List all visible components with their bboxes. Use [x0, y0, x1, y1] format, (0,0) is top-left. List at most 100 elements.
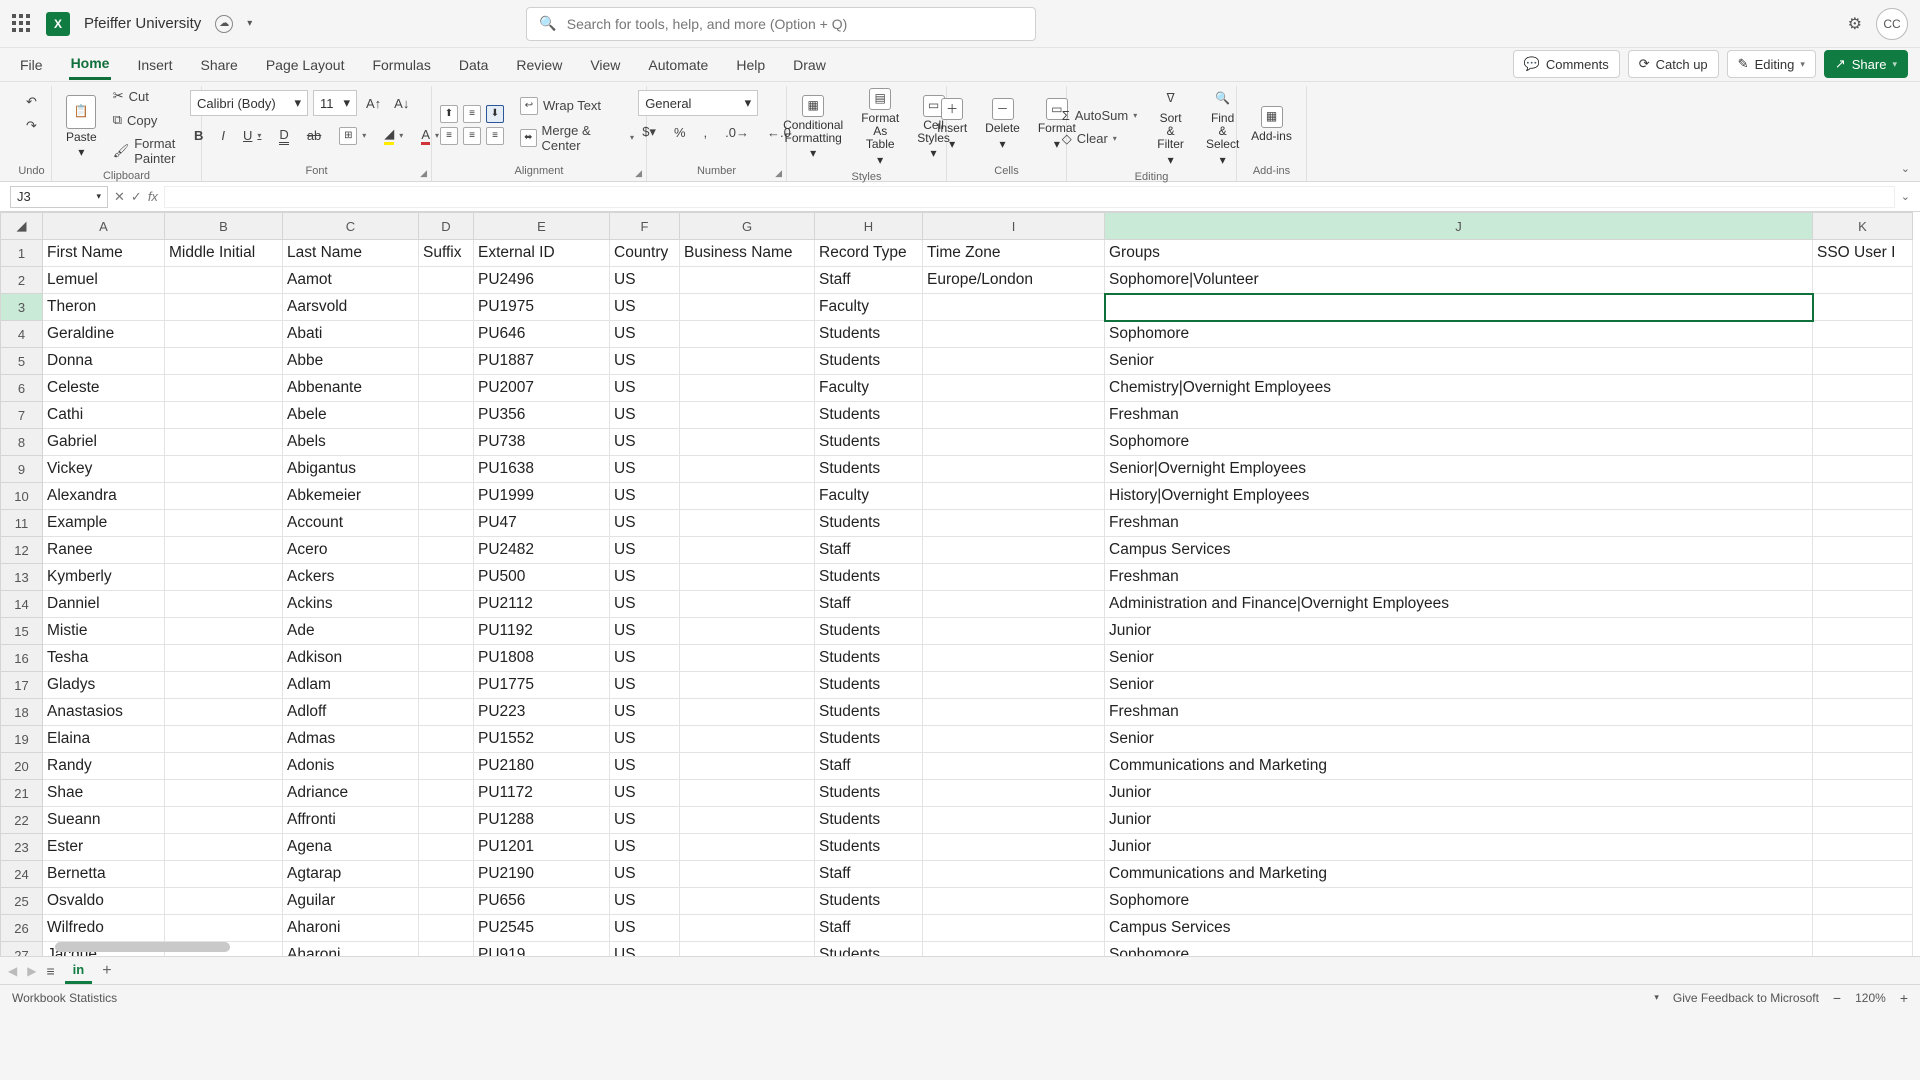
cell[interactable] — [165, 564, 283, 591]
cell[interactable]: Ackins — [283, 591, 419, 618]
cell[interactable]: PU356 — [474, 402, 610, 429]
cell[interactable]: Students — [815, 618, 923, 645]
cell[interactable]: PU1887 — [474, 348, 610, 375]
expand-formula-bar-button[interactable]: ⌄ — [1901, 190, 1910, 203]
row-header[interactable]: 20 — [1, 753, 43, 780]
cell[interactable]: PU1775 — [474, 672, 610, 699]
cell[interactable] — [1813, 942, 1913, 957]
cell[interactable]: US — [610, 483, 680, 510]
cell[interactable] — [165, 645, 283, 672]
zoom-in-button[interactable]: + — [1900, 990, 1908, 1006]
cell[interactable] — [165, 753, 283, 780]
cell[interactable]: History|Overnight Employees — [1105, 483, 1813, 510]
cell[interactable] — [923, 348, 1105, 375]
number-format-select[interactable]: General▾ — [638, 90, 758, 116]
cell[interactable] — [923, 321, 1105, 348]
autosum-button[interactable]: ΣAutoSum▾ — [1058, 106, 1142, 125]
collapse-ribbon-button[interactable]: ⌄ — [1901, 162, 1910, 175]
cell[interactable] — [1813, 402, 1913, 429]
cell[interactable]: Suffix — [419, 240, 474, 267]
row-header[interactable]: 8 — [1, 429, 43, 456]
cell[interactable] — [419, 618, 474, 645]
cell[interactable] — [923, 537, 1105, 564]
editing-mode-button[interactable]: ✎Editing▾ — [1727, 50, 1816, 78]
cell[interactable] — [923, 915, 1105, 942]
row-header[interactable]: 13 — [1, 564, 43, 591]
cell[interactable] — [165, 861, 283, 888]
column-header-F[interactable]: F — [610, 213, 680, 240]
cell[interactable]: Students — [815, 672, 923, 699]
row-header[interactable]: 10 — [1, 483, 43, 510]
cell[interactable]: Abbenante — [283, 375, 419, 402]
cell[interactable]: Admas — [283, 726, 419, 753]
cell[interactable]: Senior|Overnight Employees — [1105, 456, 1813, 483]
cell[interactable]: Middle Initial — [165, 240, 283, 267]
cell[interactable]: Theron — [43, 294, 165, 321]
cell[interactable] — [923, 672, 1105, 699]
cell[interactable]: Staff — [815, 267, 923, 294]
cancel-formula-icon[interactable]: ✕ — [114, 189, 125, 205]
cell[interactable]: Aharoni — [283, 942, 419, 957]
cell[interactable]: US — [610, 564, 680, 591]
cell[interactable] — [680, 942, 815, 957]
cell[interactable] — [680, 537, 815, 564]
cell[interactable] — [923, 483, 1105, 510]
cut-button[interactable]: ✂Cut — [109, 86, 153, 106]
menu-view[interactable]: View — [588, 51, 622, 79]
cell[interactable]: Students — [815, 699, 923, 726]
name-box[interactable]: J3▾ — [10, 186, 108, 208]
cell[interactable] — [680, 726, 815, 753]
format-as-table-button[interactable]: ▤Format As Table▾ — [855, 86, 905, 169]
cell[interactable] — [1813, 456, 1913, 483]
cell[interactable]: Adlam — [283, 672, 419, 699]
column-header-C[interactable]: C — [283, 213, 419, 240]
cell[interactable]: PU1808 — [474, 645, 610, 672]
cell[interactable]: Danniel — [43, 591, 165, 618]
cell[interactable]: Agtarap — [283, 861, 419, 888]
cell[interactable]: US — [610, 753, 680, 780]
spreadsheet-grid[interactable]: ◢ABCDEFGHIJK1First NameMiddle InitialLas… — [0, 212, 1920, 956]
column-header-D[interactable]: D — [419, 213, 474, 240]
cell[interactable]: Ranee — [43, 537, 165, 564]
tab-nav-prev[interactable]: ◀ — [8, 964, 17, 978]
cell[interactable]: Aguilar — [283, 888, 419, 915]
cell[interactable]: PU2112 — [474, 591, 610, 618]
cell[interactable] — [1813, 429, 1913, 456]
cell[interactable] — [923, 429, 1105, 456]
cell[interactable] — [680, 645, 815, 672]
cell[interactable]: Senior — [1105, 348, 1813, 375]
cell[interactable]: Bernetta — [43, 861, 165, 888]
cell[interactable]: US — [610, 402, 680, 429]
cell[interactable]: US — [610, 591, 680, 618]
cell[interactable]: Adonis — [283, 753, 419, 780]
row-header[interactable]: 3 — [1, 294, 43, 321]
cell[interactable]: Abigantus — [283, 456, 419, 483]
cell[interactable]: US — [610, 834, 680, 861]
cell[interactable] — [923, 780, 1105, 807]
cell[interactable] — [165, 294, 283, 321]
cell[interactable] — [419, 510, 474, 537]
cell[interactable]: Abbe — [283, 348, 419, 375]
cell[interactable]: Faculty — [815, 294, 923, 321]
cell[interactable]: Country — [610, 240, 680, 267]
cell[interactable] — [1813, 753, 1913, 780]
cell[interactable]: US — [610, 375, 680, 402]
menu-formulas[interactable]: Formulas — [370, 51, 432, 79]
cell[interactable]: Sophomore — [1105, 429, 1813, 456]
cell[interactable] — [165, 429, 283, 456]
addins-button[interactable]: ▦Add-ins — [1245, 104, 1298, 145]
number-dialog-launcher[interactable]: ◢ — [775, 168, 782, 179]
cell[interactable] — [680, 510, 815, 537]
title-dropdown-icon[interactable]: ▾ — [247, 18, 252, 29]
cell[interactable]: PU1172 — [474, 780, 610, 807]
align-bottom-button[interactable]: ⬇ — [486, 105, 504, 123]
cell[interactable]: PU656 — [474, 888, 610, 915]
cell[interactable] — [923, 942, 1105, 957]
accounting-button[interactable]: $▾ — [638, 122, 660, 142]
row-header[interactable]: 18 — [1, 699, 43, 726]
cell[interactable]: Gladys — [43, 672, 165, 699]
cell[interactable]: US — [610, 348, 680, 375]
cell[interactable] — [923, 861, 1105, 888]
cell[interactable]: PU1201 — [474, 834, 610, 861]
cell[interactable] — [165, 402, 283, 429]
